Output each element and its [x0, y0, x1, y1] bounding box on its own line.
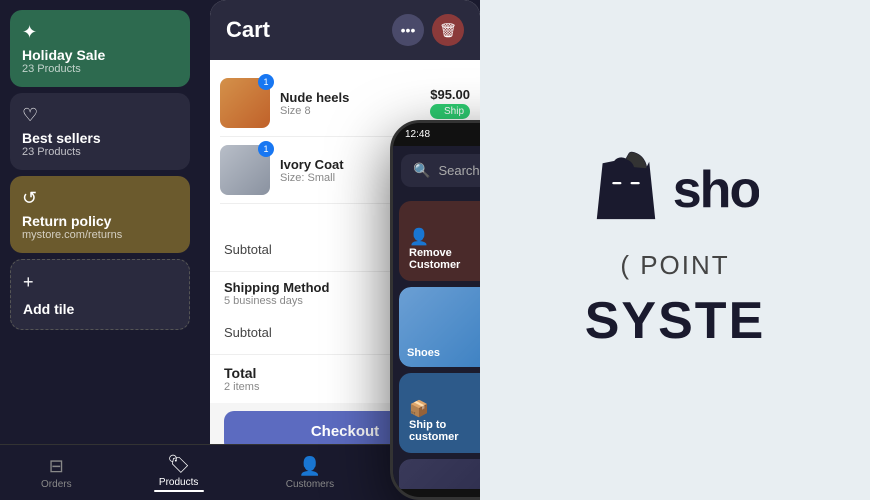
item-info: Nude heels Size 8	[280, 90, 420, 117]
nav-item-products[interactable]: 🏷 Products	[138, 448, 220, 498]
phone-time: 12:48	[405, 129, 430, 140]
tile-label: Ship tocustomer	[409, 419, 459, 443]
shoes-image: Shoes	[399, 287, 480, 367]
phone-tile-ship-to-customer[interactable]: 📦 Ship tocustomer	[399, 373, 480, 453]
nav-item-orders[interactable]: ⊟ Orders	[25, 450, 88, 496]
sidebar-tile-holiday-sale[interactable]: ✦ Holiday Sale 23 Products	[10, 10, 190, 87]
sidebar-tile-add[interactable]: + Add tile	[10, 259, 190, 330]
tile-sub: mystore.com/returns	[22, 229, 178, 241]
ship-icon: 📦	[409, 399, 429, 419]
plus-icon: +	[23, 272, 34, 293]
item-price-area: $95.00 Ship	[430, 87, 470, 119]
tile-title: Best sellers	[22, 130, 178, 146]
person-icon: 👤	[409, 227, 429, 247]
products-icon: 🏷	[167, 454, 190, 475]
nav-label: Customers	[286, 479, 334, 490]
customers-icon: 👤	[299, 456, 321, 477]
phone-overlay: 12:48 ▌▌ ))) ⚡ 🔍 Search anything ⊞ 👤 Rem…	[390, 120, 480, 500]
item-image: 1	[220, 78, 270, 128]
heart-icon: ♡	[22, 105, 178, 126]
phone-tile-shoes[interactable]: Shoes	[399, 287, 480, 367]
nav-item-customers[interactable]: 👤 Customers	[270, 450, 350, 496]
search-icon: 🔍	[413, 162, 430, 179]
tile-label: RemoveCustomer	[409, 247, 460, 271]
orders-icon: ⊟	[49, 456, 64, 477]
phone-tile-remove-customer[interactable]: 👤 RemoveCustomer	[399, 201, 480, 281]
item-image: 1	[220, 145, 270, 195]
shopify-logo: sho	[591, 150, 759, 230]
tile-title: Holiday Sale	[22, 47, 178, 63]
sidebar: ✦ Holiday Sale 23 Products ♡ Best seller…	[0, 0, 200, 460]
shopify-bag-icon	[591, 150, 661, 230]
item-price: $95.00	[430, 87, 470, 102]
cart-options-button[interactable]: •••	[392, 14, 424, 46]
tile-title: Add tile	[23, 301, 74, 317]
search-placeholder: Search anything	[438, 163, 480, 178]
cart-actions: ••• 🗑	[392, 14, 464, 46]
return-icon: ↺	[22, 188, 178, 209]
subtotal-label: Subtotal	[224, 242, 272, 257]
cart-title: Cart	[226, 17, 270, 43]
active-indicator	[154, 490, 204, 492]
pos-label: ( POINT	[620, 250, 729, 281]
ship-badge: Ship	[430, 104, 470, 119]
right-panel: sho ( POINT SYSTE	[480, 0, 870, 500]
cart-header: Cart ••• 🗑	[210, 0, 480, 60]
phone-tile-accessories[interactable]: Accessories	[399, 459, 480, 489]
shopify-brand-text: sho	[673, 160, 759, 220]
sidebar-tile-return-policy[interactable]: ↺ Return policy mystore.com/returns	[10, 176, 190, 253]
sidebar-tile-best-sellers[interactable]: ♡ Best sellers 23 Products	[10, 93, 190, 170]
quantity-badge: 1	[258, 141, 274, 157]
nav-label: Orders	[41, 479, 72, 490]
system-label: SYSTE	[585, 291, 766, 351]
item-size: Size 8	[280, 105, 420, 117]
left-panel: ✦ Holiday Sale 23 Products ♡ Best seller…	[0, 0, 480, 500]
accessories-image: Accessories	[399, 459, 480, 489]
tile-title: Return policy	[22, 213, 178, 229]
tile-sub: 23 Products	[22, 63, 178, 75]
phone-search-bar: 🔍 Search anything ⊞	[393, 146, 480, 195]
cart-delete-button[interactable]: 🗑	[432, 14, 464, 46]
item-name: Nude heels	[280, 90, 420, 105]
tile-sub: 23 Products	[22, 146, 178, 158]
search-bar-inner[interactable]: 🔍 Search anything ⊞	[401, 154, 480, 187]
subtotal-label-2: Subtotal	[224, 325, 272, 340]
phone-grid: 👤 RemoveCustomer ✦ Holiday Sale 23 Produ…	[393, 195, 480, 489]
quantity-badge: 1	[258, 74, 274, 90]
phone-status-bar: 12:48 ▌▌ ))) ⚡	[393, 123, 480, 146]
sparkle-icon: ✦	[22, 22, 178, 43]
shoes-label: Shoes	[407, 347, 440, 359]
nav-label: Products	[159, 477, 198, 488]
